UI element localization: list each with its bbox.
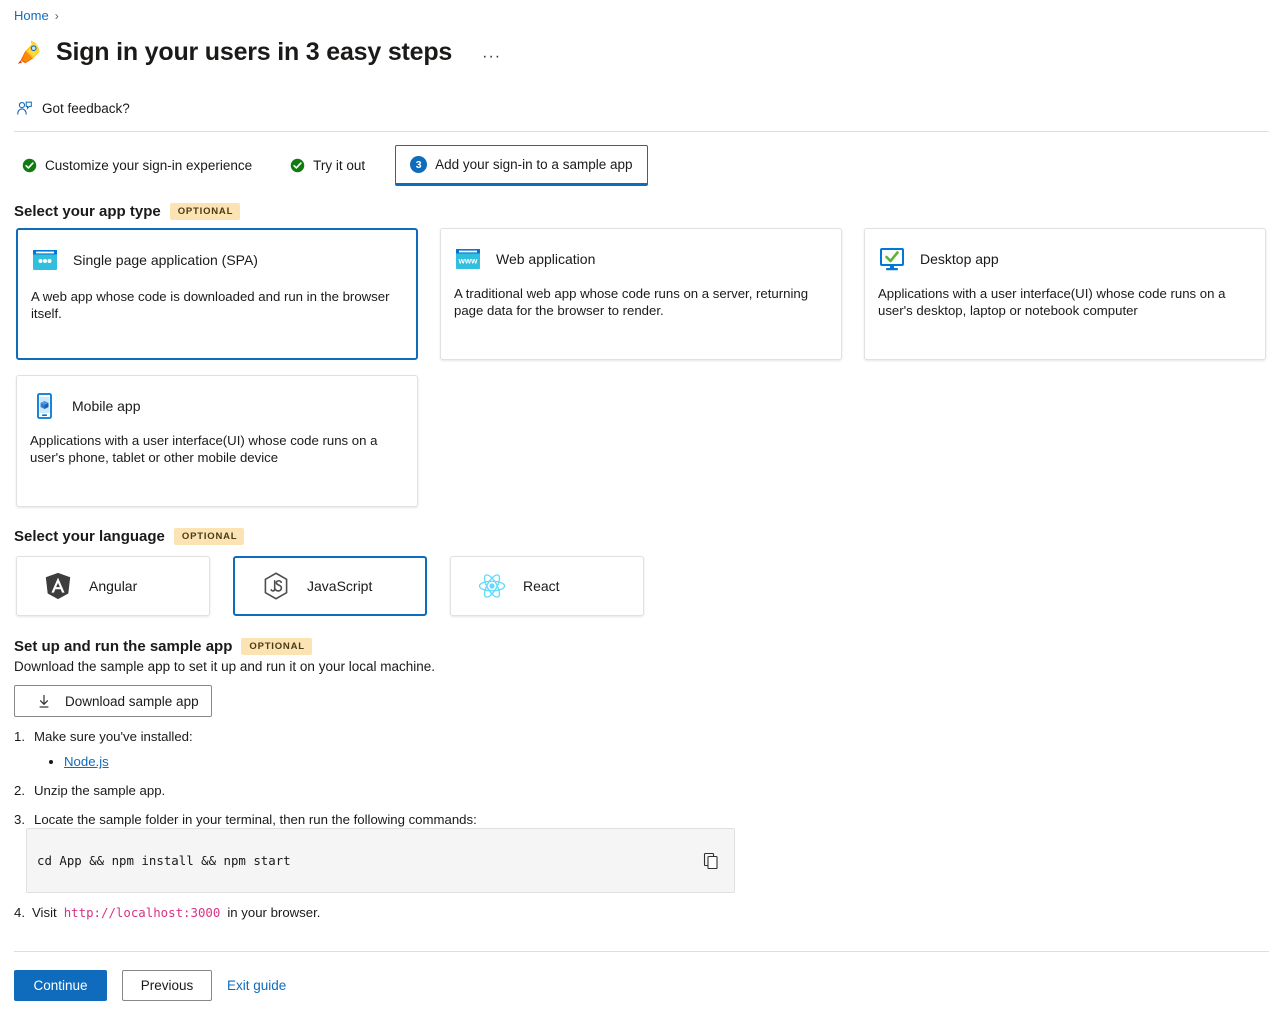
instruction-step-2-number: 2. xyxy=(14,783,27,798)
svg-text:www: www xyxy=(458,257,478,266)
continue-button[interactable]: Continue xyxy=(14,970,107,1001)
app-type-heading: Select your app type OPTIONAL xyxy=(14,203,240,220)
app-type-card-spa[interactable]: Single page application (SPA) A web app … xyxy=(16,228,418,360)
app-type-card-desktop-title: Desktop app xyxy=(920,251,999,267)
command-text: cd App && npm install && npm start xyxy=(37,853,291,868)
copy-icon[interactable] xyxy=(702,852,720,870)
guide-page: Home › Sign in your users in 3 easy step… xyxy=(0,0,1283,1011)
command-code-block: cd App && npm install && npm start xyxy=(26,828,735,893)
app-type-optional-badge: OPTIONAL xyxy=(170,203,240,220)
app-type-card-web[interactable]: www Web application A traditional web ap… xyxy=(440,228,842,360)
card-header: www Web application xyxy=(454,245,827,273)
got-feedback-button[interactable]: Got feedback? xyxy=(16,100,130,117)
phone-cube-icon xyxy=(30,392,58,420)
step-number-badge: 3 xyxy=(410,156,427,173)
app-type-card-web-title: Web application xyxy=(496,251,595,267)
previous-button[interactable]: Previous xyxy=(122,970,212,1001)
language-option-angular[interactable]: Angular xyxy=(16,556,210,616)
instruction-step-2: 2. Unzip the sample app. xyxy=(14,783,914,798)
browser-www-icon: www xyxy=(454,245,482,273)
language-option-react[interactable]: React xyxy=(450,556,644,616)
got-feedback-label: Got feedback? xyxy=(42,101,130,116)
title-row: Sign in your users in 3 easy steps ··· xyxy=(14,36,501,68)
app-type-card-mobile[interactable]: Mobile app Applications with a user inte… xyxy=(16,375,418,507)
app-type-card-mobile-title: Mobile app xyxy=(72,398,141,414)
app-type-card-spa-desc: A web app whose code is downloaded and r… xyxy=(31,289,402,322)
breadcrumb: Home › xyxy=(14,8,59,23)
card-header: Single page application (SPA) xyxy=(31,246,402,274)
browser-dots-icon xyxy=(31,246,59,274)
breadcrumb-separator-icon: › xyxy=(55,9,59,23)
app-type-card-web-desc: A traditional web app whose code runs on… xyxy=(454,286,827,319)
instruction-step-4-number: 4. xyxy=(14,905,25,920)
app-type-card-spa-title: Single page application (SPA) xyxy=(73,252,258,268)
setup-subtitle: Download the sample app to set it up and… xyxy=(14,659,435,674)
setup-heading: Set up and run the sample app OPTIONAL xyxy=(14,638,312,655)
localhost-url: http://localhost:3000 xyxy=(64,905,221,920)
app-type-cards-row-1: Single page application (SPA) A web app … xyxy=(16,228,1266,360)
more-options-button[interactable]: ··· xyxy=(482,52,501,68)
setup-instructions: 1. Make sure you've installed: Node.js 2… xyxy=(14,729,914,837)
instruction-step-2-text: Unzip the sample app. xyxy=(34,783,165,798)
instruction-step-4-suffix: in your browser. xyxy=(227,905,320,920)
app-type-card-desktop-desc: Applications with a user interface(UI) w… xyxy=(878,286,1251,319)
language-option-javascript[interactable]: JavaScript xyxy=(233,556,427,616)
language-option-angular-label: Angular xyxy=(89,578,137,594)
language-option-javascript-label: JavaScript xyxy=(307,578,372,594)
rocket-icon xyxy=(14,36,44,68)
check-circle-icon xyxy=(290,158,305,173)
breadcrumb-home-link[interactable]: Home xyxy=(14,8,49,23)
step-try-it-out-label: Try it out xyxy=(313,158,365,173)
step-add-signin-sample-app[interactable]: 3 Add your sign-in to a sample app xyxy=(395,145,647,186)
instruction-step-4-prefix: Visit xyxy=(32,905,57,920)
javascript-logo-icon xyxy=(261,571,291,601)
check-circle-icon xyxy=(22,158,37,173)
card-header: Desktop app xyxy=(878,245,1251,273)
instruction-step-1-sub-item: Node.js xyxy=(64,754,914,769)
language-heading-text: Select your language xyxy=(14,528,165,545)
page-title: Sign in your users in 3 easy steps xyxy=(56,38,452,67)
instruction-step-3-number: 3. xyxy=(14,812,27,827)
step-customize-signin[interactable]: Customize your sign-in experience xyxy=(14,152,260,179)
card-header: Mobile app xyxy=(30,392,403,420)
instruction-step-1: 1. Make sure you've installed: xyxy=(14,729,914,744)
setup-heading-text: Set up and run the sample app xyxy=(14,638,232,655)
setup-optional-badge: OPTIONAL xyxy=(241,638,311,655)
nodejs-link[interactable]: Node.js xyxy=(64,754,109,769)
download-sample-app-label: Download sample app xyxy=(65,694,199,709)
app-type-card-mobile-desc: Applications with a user interface(UI) w… xyxy=(30,433,403,466)
footer-divider xyxy=(14,951,1269,952)
instruction-step-1-text: Make sure you've installed: xyxy=(34,729,193,744)
language-option-react-label: React xyxy=(523,578,560,594)
step-try-it-out[interactable]: Try it out xyxy=(282,152,373,179)
footer-actions: Continue Previous Exit guide xyxy=(14,970,286,1001)
header-divider xyxy=(14,131,1269,132)
instruction-step-4: 4. Visit http://localhost:3000 in your b… xyxy=(14,905,320,920)
guide-steps: Customize your sign-in experience Try it… xyxy=(14,145,648,186)
app-type-heading-text: Select your app type xyxy=(14,203,161,220)
step-add-signin-sample-app-label: Add your sign-in to a sample app xyxy=(435,157,632,172)
instruction-step-3: 3. Locate the sample folder in your term… xyxy=(14,812,914,827)
feedback-person-icon xyxy=(16,100,33,117)
language-options: Angular JavaScript React xyxy=(16,556,644,616)
step-customize-signin-label: Customize your sign-in experience xyxy=(45,158,252,173)
angular-logo-icon xyxy=(43,571,73,601)
app-type-cards-row-2: Mobile app Applications with a user inte… xyxy=(16,375,418,507)
language-heading: Select your language OPTIONAL xyxy=(14,528,244,545)
language-optional-badge: OPTIONAL xyxy=(174,528,244,545)
app-type-card-desktop[interactable]: Desktop app Applications with a user int… xyxy=(864,228,1266,360)
react-logo-icon xyxy=(477,571,507,601)
download-arrow-icon xyxy=(37,694,51,709)
monitor-check-icon xyxy=(878,245,906,273)
download-sample-app-button[interactable]: Download sample app xyxy=(14,685,212,717)
exit-guide-link[interactable]: Exit guide xyxy=(227,978,286,993)
instruction-step-1-number: 1. xyxy=(14,729,27,744)
instruction-step-3-text: Locate the sample folder in your termina… xyxy=(34,812,477,827)
